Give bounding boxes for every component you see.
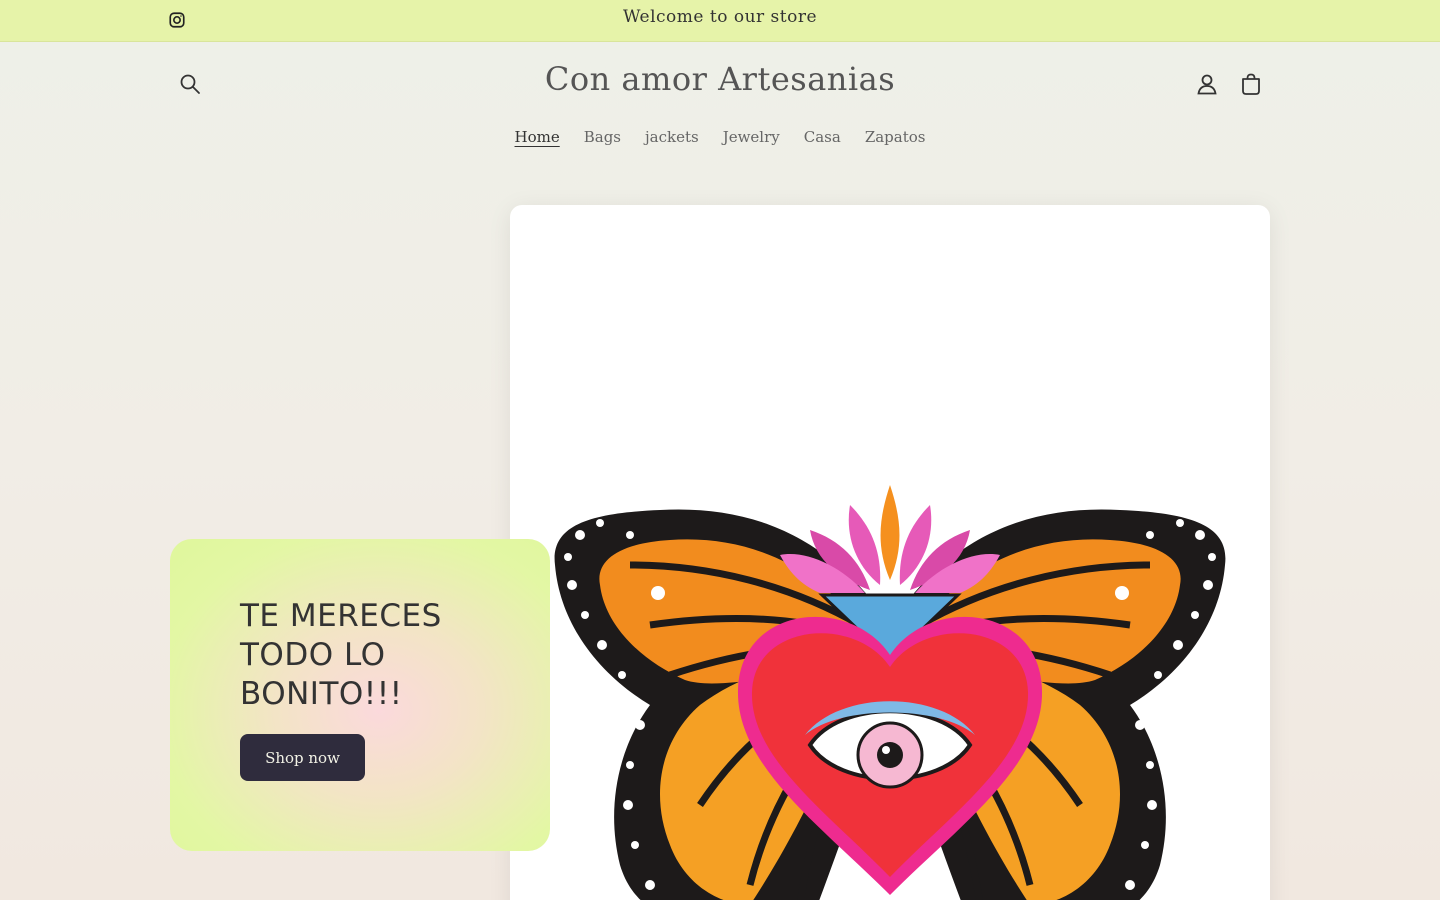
store-logo[interactable]: Con amor Artesanias <box>0 60 1440 98</box>
nav-item-home[interactable]: Home <box>515 128 560 146</box>
nav-item-bags[interactable]: Bags <box>584 128 621 146</box>
main-nav: Home Bags jackets Jewelry Casa Zapatos <box>0 128 1440 146</box>
announcement-bar: Welcome to our store <box>0 0 1440 42</box>
nav-item-zapatos[interactable]: Zapatos <box>865 128 926 146</box>
butterfly-heart-illustration <box>554 485 1226 900</box>
lotus <box>780 485 1000 593</box>
account-icon[interactable] <box>1195 72 1221 98</box>
cart-icon[interactable] <box>1239 72 1265 98</box>
hero-heading: TE MERECES TODO LO BONITO!!! <box>240 598 442 712</box>
nav-item-casa[interactable]: Casa <box>804 128 841 146</box>
hero-image <box>510 205 1270 900</box>
shop-now-button[interactable]: Shop now <box>240 734 365 781</box>
hero-text-card: TE MERECES TODO LO BONITO!!! Shop now <box>170 539 550 851</box>
announcement-message: Welcome to our store <box>622 7 818 27</box>
site-header: Con amor Artesanias Home Bags jackets Je… <box>0 42 1440 162</box>
nav-item-jackets[interactable]: jackets <box>645 128 699 146</box>
nav-item-jewelry[interactable]: Jewelry <box>723 128 780 146</box>
